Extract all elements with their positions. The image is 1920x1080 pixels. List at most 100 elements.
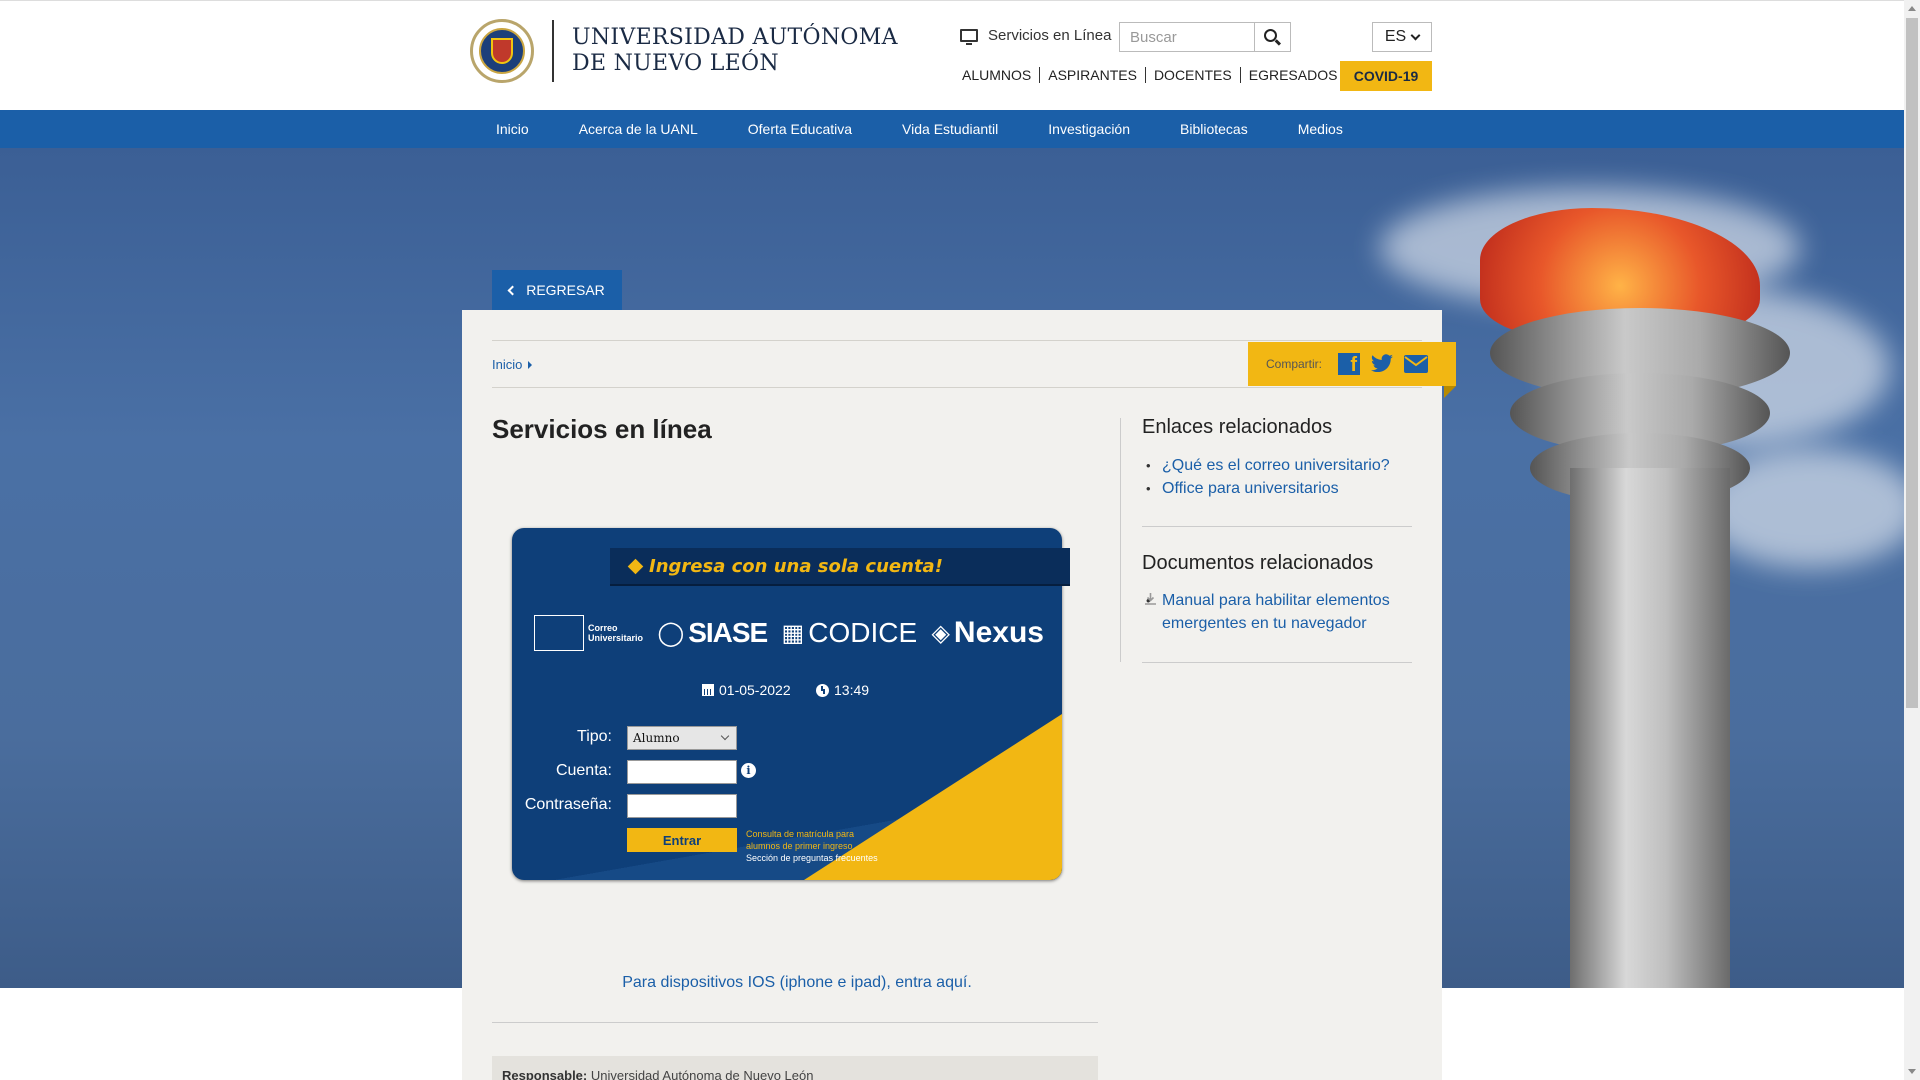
brand-correo-universitario: Correo Universitario: [534, 615, 643, 651]
enlace-correo-universitario[interactable]: ¿Qué es el correo universitario?: [1142, 454, 1390, 477]
page-title: Servicios en línea: [492, 414, 712, 444]
facebook-icon[interactable]: f: [1338, 353, 1361, 375]
enlaces-heading: Enlaces relacionados: [1142, 416, 1333, 438]
ribbon-label: Ingresa con una sola cuenta!: [649, 556, 943, 577]
chevron-left-icon: [507, 285, 518, 295]
consulta-matricula-link-line1[interactable]: Consulta de matrícula para: [746, 828, 878, 840]
time-stamp: 13:49: [816, 682, 869, 698]
calendar-icon: [702, 684, 714, 696]
email-icon[interactable]: [1404, 355, 1429, 373]
nav-item-inicio[interactable]: Inicio: [496, 121, 529, 137]
brand-siase: ◯ SIASE: [657, 617, 768, 649]
uanl-building-icon: [534, 615, 584, 651]
clock-icon: [816, 683, 829, 697]
back-button-label: REGRESAR: [526, 282, 605, 298]
time-value: 13:49: [834, 682, 870, 698]
preguntas-frecuentes-link[interactable]: Sección de preguntas frecuentes: [746, 852, 878, 864]
share-bar-fold: [1444, 386, 1456, 398]
documentos-list: Manual para habilitar elementos emergent…: [1142, 589, 1422, 635]
sidebar-divider: [1120, 418, 1121, 662]
sidebar-divider-2: [1142, 662, 1412, 663]
codice-grid-icon: ▦: [781, 619, 805, 647]
entrar-button[interactable]: Entrar: [627, 828, 737, 852]
site-header: UNIVERSIDAD AUTÓNOMA DE NUEVO LEÓN Servi…: [0, 0, 1904, 110]
diamond-icon: [627, 558, 644, 575]
main-navigation: Inicio Acerca de la UANL Oferta Educativ…: [0, 110, 1904, 148]
audience-link-aspirantes[interactable]: ASPIRANTES: [1040, 67, 1146, 83]
university-name-line2: DE NUEVO LEÓN: [572, 51, 779, 76]
nav-item-medios[interactable]: Medios: [1298, 121, 1343, 137]
cuenta-input[interactable]: [627, 760, 737, 784]
card-links: Consulta de matrícula para alumnos de pr…: [746, 828, 878, 864]
servicios-en-linea-link[interactable]: Servicios en Línea: [960, 27, 1112, 45]
covid-button[interactable]: COVID-19: [1340, 61, 1432, 91]
share-bar: Compartir: f: [1248, 342, 1456, 386]
university-name-line1: UNIVERSIDAD AUTÓNOMA: [572, 25, 898, 50]
brand-correo-line1: Correo: [588, 623, 618, 633]
search-button[interactable]: [1255, 22, 1291, 52]
responsable-box: Responsable: Universidad Autónoma de Nue…: [492, 1056, 1098, 1080]
language-selector[interactable]: ES: [1372, 22, 1432, 52]
audience-link-egresados[interactable]: EGRESADOS: [1241, 67, 1346, 83]
servicios-en-linea-label: Servicios en Línea: [988, 27, 1112, 44]
nexus-mark-icon: ◈: [931, 619, 950, 647]
tipo-select[interactable]: Alumno: [627, 726, 737, 750]
tipo-select-value: Alumno: [633, 731, 680, 745]
brand-nexus: ◈ Nexus: [931, 616, 1044, 650]
brand-correo-line2: Universitario: [588, 633, 644, 643]
audience-link-docentes[interactable]: DOCENTES: [1146, 67, 1241, 83]
date-stamp: 01-05-2022: [702, 682, 791, 698]
breadcrumb-inicio[interactable]: Inicio: [492, 357, 522, 372]
brand-codice-label: CODICE: [808, 617, 918, 648]
language-value: ES: [1384, 28, 1407, 45]
brand-codice: ▦ CODICE: [782, 617, 918, 649]
page-scrollbar[interactable]: [1904, 0, 1920, 1080]
twitter-icon[interactable]: [1370, 354, 1394, 374]
university-logo[interactable]: UNIVERSIDAD AUTÓNOMA DE NUEVO LEÓN: [470, 19, 898, 83]
responsable-label: Responsable:: [502, 1068, 588, 1080]
search-icon: [1264, 28, 1277, 42]
scroll-down-icon[interactable]: [1908, 1069, 1916, 1074]
contrasena-input[interactable]: [627, 794, 737, 818]
university-name: UNIVERSIDAD AUTÓNOMA DE NUEVO LEÓN: [572, 25, 898, 77]
info-icon[interactable]: i: [741, 763, 756, 778]
service-brands: Correo Universitario ◯ SIASE ▦ CODICE ◈ …: [534, 612, 1044, 654]
sidebar-divider-1: [1142, 526, 1412, 527]
share-label: Compartir:: [1266, 357, 1323, 371]
nav-item-acerca[interactable]: Acerca de la UANL: [579, 121, 698, 137]
responsable-value: Universidad Autónoma de Nuevo León: [590, 1068, 814, 1080]
chevron-down-icon: [1410, 30, 1421, 40]
search-input[interactable]: Buscar: [1119, 22, 1255, 52]
documentos-heading: Documentos relacionados: [1142, 552, 1374, 574]
monitor-icon: [960, 29, 978, 45]
nav-item-vida-estudiantil[interactable]: Vida Estudiantil: [902, 121, 998, 137]
caret-right-icon: [528, 360, 533, 369]
enlace-office[interactable]: Office para universitarios: [1142, 477, 1390, 500]
documento-manual-label: Manual para habilitar elementos emergent…: [1162, 592, 1390, 632]
nav-item-investigacion[interactable]: Investigación: [1048, 121, 1130, 137]
back-button[interactable]: REGRESAR: [492, 270, 622, 310]
documento-manual[interactable]: Manual para habilitar elementos emergent…: [1142, 589, 1422, 635]
nav-item-oferta-educativa[interactable]: Oferta Educativa: [748, 121, 852, 137]
card-ribbon-text: Ingresa con una sola cuenta!: [627, 556, 943, 577]
tipo-label: Tipo:: [577, 728, 612, 745]
siase-mark-icon: ◯: [657, 619, 685, 647]
ios-devices-link[interactable]: Para dispositivos IOS (iphone e ipad), e…: [462, 974, 1132, 992]
download-icon: [1145, 593, 1156, 605]
breadcrumb: Inicio: [492, 357, 533, 372]
scrollbar-thumb[interactable]: [1906, 18, 1918, 708]
brand-siase-label: SIASE: [688, 617, 768, 648]
nav-item-bibliotecas[interactable]: Bibliotecas: [1180, 121, 1248, 137]
audience-links: ALUMNOS ASPIRANTES DOCENTES EGRESADOS: [962, 67, 1345, 83]
consulta-matricula-link-line2[interactable]: alumnos de primer ingreso: [746, 840, 878, 852]
audience-link-alumnos[interactable]: ALUMNOS: [962, 67, 1041, 83]
scroll-up-icon[interactable]: [1908, 6, 1916, 11]
content-divider: [492, 1022, 1098, 1023]
enlaces-list: ¿Qué es el correo universitario? Office …: [1142, 454, 1390, 500]
brand-nexus-label: Nexus: [953, 616, 1044, 649]
uanl-seal-icon: [470, 19, 534, 83]
date-value: 01-05-2022: [719, 682, 791, 698]
torch-column: [1570, 468, 1730, 988]
chevron-down-icon: [720, 731, 730, 741]
contrasena-label: Contraseña:: [524, 796, 612, 813]
